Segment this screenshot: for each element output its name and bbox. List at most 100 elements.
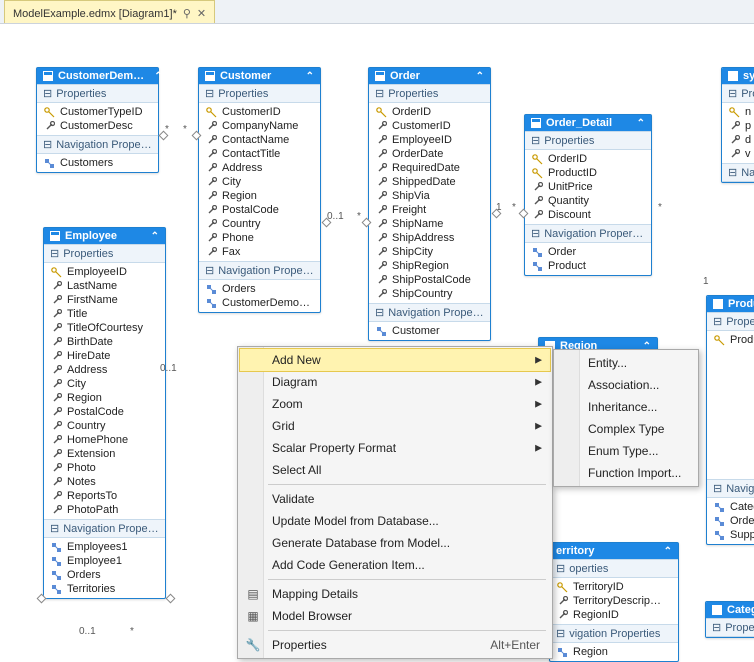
property-customerid[interactable]: CustomerID — [369, 119, 490, 133]
menu-item-diagram[interactable]: Diagram▶ — [240, 371, 550, 393]
property-shipaddress[interactable]: ShipAddress — [369, 231, 490, 245]
menu-item-model-browser[interactable]: ▦Model Browser — [240, 605, 550, 627]
chevron-up-icon[interactable]: ⌃ — [154, 71, 162, 82]
menu-item-grid[interactable]: Grid▶ — [240, 415, 550, 437]
property-v[interactable]: v — [722, 147, 754, 161]
navprop-orders[interactable]: Orders — [44, 568, 165, 582]
property-discount[interactable]: Discount — [525, 208, 651, 222]
submenu-item-association[interactable]: Association... — [556, 374, 696, 396]
submenu-item-complex-type[interactable]: Complex Type — [556, 418, 696, 440]
entity-header[interactable]: CustomerDem… ⌃ — [37, 68, 158, 84]
properties-header[interactable]: ⊟Properties — [37, 84, 158, 103]
property-productid[interactable]: ProductID — [525, 166, 651, 180]
property-shipregion[interactable]: ShipRegion — [369, 259, 490, 273]
entity-product[interactable]: Product ⊟Properties Product ⊟Navigatio C… — [706, 295, 754, 545]
submenu-item-entity[interactable]: Entity... — [556, 352, 696, 374]
property-title[interactable]: Title — [44, 307, 165, 321]
property-shippostalcode[interactable]: ShipPostalCode — [369, 273, 490, 287]
navprop-orders[interactable]: Orders — [199, 282, 320, 296]
property-contacttitle[interactable]: ContactTitle — [199, 147, 320, 161]
property-country[interactable]: Country — [44, 419, 165, 433]
property-shipname[interactable]: ShipName — [369, 217, 490, 231]
property-freight[interactable]: Freight — [369, 203, 490, 217]
property-unitprice[interactable]: UnitPrice — [525, 180, 651, 194]
submenu-item-inheritance[interactable]: Inheritance... — [556, 396, 696, 418]
navprop-product[interactable]: Product — [525, 259, 651, 273]
submenu-item-enum-type[interactable]: Enum Type... — [556, 440, 696, 462]
chevron-up-icon[interactable]: ⌃ — [306, 71, 314, 82]
menu-item-add-code-generation-item[interactable]: Add Code Generation Item... — [240, 554, 550, 576]
property-region[interactable]: Region — [44, 391, 165, 405]
property-p[interactable]: p — [722, 119, 754, 133]
property-phone[interactable]: Phone — [199, 231, 320, 245]
property-employeeid[interactable]: EmployeeID — [44, 265, 165, 279]
property-address[interactable]: Address — [44, 363, 165, 377]
property-notes[interactable]: Notes — [44, 475, 165, 489]
property-city[interactable]: City — [199, 175, 320, 189]
file-tab[interactable]: ModelExample.edmx [Diagram1]* ⚲ ✕ — [4, 0, 215, 23]
property-country[interactable]: Country — [199, 217, 320, 231]
navprop-orderd[interactable]: Order_D — [707, 514, 754, 528]
property-extension[interactable]: Extension — [44, 447, 165, 461]
close-icon[interactable]: ✕ — [197, 7, 206, 20]
property-titleofcourtesy[interactable]: TitleOfCourtesy — [44, 321, 165, 335]
context-submenu-addnew[interactable]: Entity...Association...Inheritance...Com… — [553, 349, 699, 487]
property-birthdate[interactable]: BirthDate — [44, 335, 165, 349]
entity-customerdemo[interactable]: CustomerDem… ⌃ ⊟Properties CustomerTypeI… — [36, 67, 159, 173]
property-reportsto[interactable]: ReportsTo — [44, 489, 165, 503]
entity-order[interactable]: Order⌃ ⊟Properties OrderIDCustomerIDEmpl… — [368, 67, 491, 341]
submenu-item-function-import[interactable]: Function Import... — [556, 462, 696, 484]
menu-item-scalar-property-format[interactable]: Scalar Property Format▶ — [240, 437, 550, 459]
navprop-order[interactable]: Order — [525, 245, 651, 259]
property-n[interactable]: n — [722, 105, 754, 119]
property-d[interactable]: d — [722, 133, 754, 147]
property-shipvia[interactable]: ShipVia — [369, 189, 490, 203]
property-contactname[interactable]: ContactName — [199, 133, 320, 147]
property-address[interactable]: Address — [199, 161, 320, 175]
property-lastname[interactable]: LastName — [44, 279, 165, 293]
property-homephone[interactable]: HomePhone — [44, 433, 165, 447]
menu-item-select-all[interactable]: Select All — [240, 459, 550, 481]
connector-handle[interactable] — [166, 594, 176, 604]
property-photopath[interactable]: PhotoPath — [44, 503, 165, 517]
property-orderid[interactable]: OrderID — [525, 152, 651, 166]
navprop-employee1[interactable]: Employee1 — [44, 554, 165, 568]
property-hiredate[interactable]: HireDate — [44, 349, 165, 363]
property-regionid[interactable]: RegionID — [550, 608, 678, 622]
chevron-up-icon[interactable]: ⌃ — [476, 71, 484, 82]
property-orderdate[interactable]: OrderDate — [369, 147, 490, 161]
property-companyname[interactable]: CompanyName — [199, 119, 320, 133]
menu-item-generate-database-from-model[interactable]: Generate Database from Model... — [240, 532, 550, 554]
navprop-region[interactable]: Region — [550, 645, 678, 659]
pin-icon[interactable]: ⚲ — [183, 7, 191, 20]
entity-territory[interactable]: erritory⌃ ⊟operties TerritoryIDTerritory… — [549, 542, 679, 662]
chevron-up-icon[interactable]: ⌃ — [637, 118, 645, 129]
property-postalcode[interactable]: PostalCode — [199, 203, 320, 217]
property-city[interactable]: City — [44, 377, 165, 391]
menu-item-add-new[interactable]: Add New▶ — [239, 348, 551, 372]
entity-sys[interactable]: sys ⊟Prop npdv ⊟Navi — [721, 67, 754, 183]
navprop-customerdemo[interactable]: CustomerDemo… — [199, 296, 320, 310]
menu-item-zoom[interactable]: Zoom▶ — [240, 393, 550, 415]
navprop-employees1[interactable]: Employees1 — [44, 540, 165, 554]
navprop-customers[interactable]: Customers — [37, 156, 158, 170]
property-shipcity[interactable]: ShipCity — [369, 245, 490, 259]
navprop-customer[interactable]: Customer — [369, 324, 490, 338]
navprop-catego[interactable]: Catego — [707, 500, 754, 514]
property-quantity[interactable]: Quantity — [525, 194, 651, 208]
property-orderid[interactable]: OrderID — [369, 105, 490, 119]
property-postalcode[interactable]: PostalCode — [44, 405, 165, 419]
property-customertypeid[interactable]: CustomerTypeID — [37, 105, 158, 119]
property-shipcountry[interactable]: ShipCountry — [369, 287, 490, 301]
entity-category[interactable]: Category ⊟Properties — [705, 601, 754, 638]
property-customerdesc[interactable]: CustomerDesc — [37, 119, 158, 133]
property-region[interactable]: Region — [199, 189, 320, 203]
property-shippeddate[interactable]: ShippedDate — [369, 175, 490, 189]
property-photo[interactable]: Photo — [44, 461, 165, 475]
menu-item-validate[interactable]: Validate — [240, 488, 550, 510]
entity-orderdetail[interactable]: Order_Detail⌃ ⊟Properties OrderIDProduct… — [524, 114, 652, 276]
chevron-up-icon[interactable]: ⌃ — [151, 231, 159, 242]
menu-item-mapping-details[interactable]: ▤Mapping Details — [240, 583, 550, 605]
chevron-up-icon[interactable]: ⌃ — [664, 546, 672, 557]
menu-item-properties[interactable]: 🔧PropertiesAlt+Enter — [240, 634, 550, 656]
